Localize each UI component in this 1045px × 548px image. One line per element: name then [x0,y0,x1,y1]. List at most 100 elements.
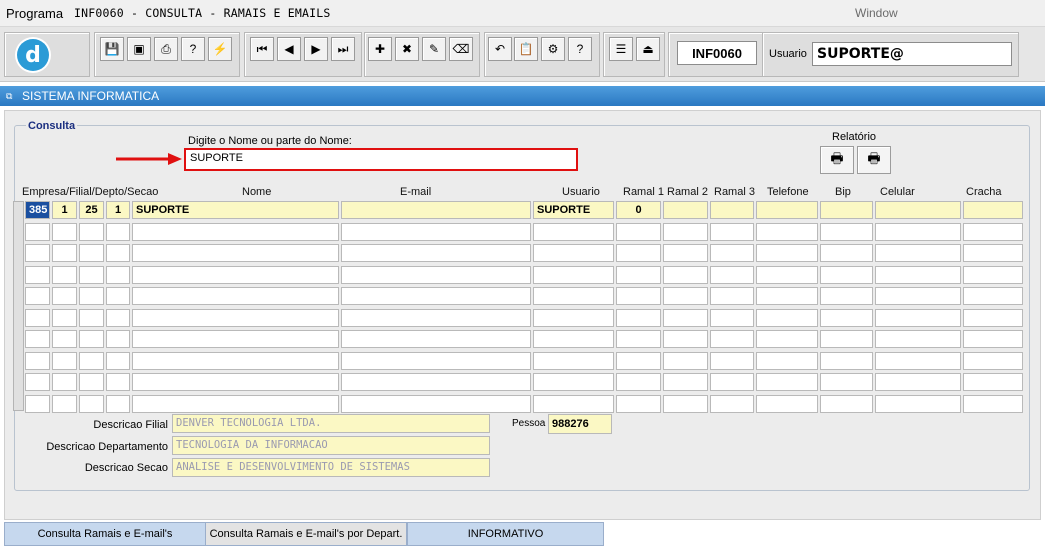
empty-cell[interactable] [132,265,339,284]
empty-cell[interactable] [341,308,531,327]
empty-cell[interactable] [106,265,130,284]
empty-cell[interactable] [820,330,873,348]
empty-cell[interactable] [341,351,531,370]
empty-cell[interactable] [756,394,818,413]
empty-cell[interactable] [663,287,708,305]
empty-cell[interactable] [756,373,818,391]
empty-cell[interactable] [616,222,661,241]
menu-window[interactable]: Window [855,6,898,20]
report-print-dept-button[interactable]: 🖶 [857,146,891,174]
tab-informativo[interactable]: INFORMATIVO [407,522,604,546]
empty-cell[interactable] [533,265,614,284]
execute-query-icon[interactable]: ⚡ [208,37,232,61]
empty-cell[interactable] [756,244,818,262]
cell-celular[interactable] [875,201,961,219]
empty-cell[interactable] [710,330,754,348]
empty-cell[interactable] [79,373,104,391]
empty-cell[interactable] [820,265,873,284]
empty-cell[interactable] [710,394,754,413]
empty-cell[interactable] [79,265,104,284]
empty-cell[interactable] [875,351,961,370]
empty-cell[interactable] [79,351,104,370]
search-input[interactable]: SUPORTE [184,148,578,171]
first-record-icon[interactable]: ⏮ [250,37,274,61]
cell-email[interactable] [341,201,531,219]
empty-cell[interactable] [132,351,339,370]
empty-cell[interactable] [106,394,130,413]
empty-cell[interactable] [341,244,531,262]
edit-icon[interactable]: ✎ [422,37,446,61]
empty-cell[interactable] [710,351,754,370]
empty-cell[interactable] [533,394,614,413]
cell-ramal1[interactable]: 0 [616,201,661,219]
delete-record-icon[interactable]: ✖ [395,37,419,61]
empty-cell[interactable] [106,222,130,241]
empty-cell[interactable] [820,287,873,305]
empty-cell[interactable] [341,222,531,241]
empty-cell[interactable] [616,265,661,284]
empty-cell[interactable] [132,287,339,305]
empty-cell[interactable] [616,244,661,262]
cell-usuario[interactable]: SUPORTE [533,201,614,219]
empty-cell[interactable] [533,222,614,241]
last-record-icon[interactable]: ⏭ [331,37,355,61]
empty-cell[interactable] [132,373,339,391]
empty-cell[interactable] [663,308,708,327]
query-help-icon[interactable]: ? [181,37,205,61]
empty-cell[interactable] [710,308,754,327]
empty-cell[interactable] [106,330,130,348]
empty-cell[interactable] [25,330,50,348]
empty-cell[interactable] [963,222,1023,241]
print-preview-icon[interactable]: ▣ [127,37,151,61]
empty-cell[interactable] [663,222,708,241]
empty-cell[interactable] [616,394,661,413]
empty-cell[interactable] [875,244,961,262]
tab-consulta-por-depart[interactable]: Consulta Ramais e E-mail's por Depart. [205,522,407,546]
menu-programa[interactable]: Programa [6,6,63,21]
empty-cell[interactable] [341,287,531,305]
grid-scrollbar[interactable] [13,201,24,411]
empty-cell[interactable] [25,394,50,413]
empty-cell[interactable] [52,287,77,305]
menu-icon[interactable]: ☰ [609,37,633,61]
empty-cell[interactable] [533,351,614,370]
cell-secao[interactable]: 1 [106,201,130,219]
empty-cell[interactable] [132,308,339,327]
empty-cell[interactable] [875,265,961,284]
empty-cell[interactable] [79,222,104,241]
empty-cell[interactable] [52,394,77,413]
empty-cell[interactable] [963,373,1023,391]
empty-cell[interactable] [756,222,818,241]
empty-cell[interactable] [106,308,130,327]
empty-cell[interactable] [820,222,873,241]
empty-cell[interactable] [52,265,77,284]
empty-cell[interactable] [533,287,614,305]
empty-cell[interactable] [132,222,339,241]
empty-cell[interactable] [963,244,1023,262]
clear-icon[interactable]: ⌫ [449,37,473,61]
empty-cell[interactable] [132,394,339,413]
empty-cell[interactable] [756,265,818,284]
next-record-icon[interactable]: ▶ [304,37,328,61]
empty-cell[interactable] [756,287,818,305]
empty-cell[interactable] [756,308,818,327]
empty-cell[interactable] [710,373,754,391]
empty-cell[interactable] [79,394,104,413]
empty-cell[interactable] [616,287,661,305]
tools-icon[interactable]: ⚙ [541,37,565,61]
empty-cell[interactable] [663,394,708,413]
empty-cell[interactable] [756,330,818,348]
empty-cell[interactable] [875,330,961,348]
empty-cell[interactable] [79,330,104,348]
empty-cell[interactable] [341,373,531,391]
cell-empresa[interactable]: 385 [25,201,50,219]
empty-cell[interactable] [533,373,614,391]
empty-cell[interactable] [79,308,104,327]
empty-cell[interactable] [106,351,130,370]
empty-cell[interactable] [25,222,50,241]
empty-cell[interactable] [663,330,708,348]
empty-cell[interactable] [52,373,77,391]
empty-cell[interactable] [663,265,708,284]
empty-cell[interactable] [663,244,708,262]
empty-cell[interactable] [106,287,130,305]
